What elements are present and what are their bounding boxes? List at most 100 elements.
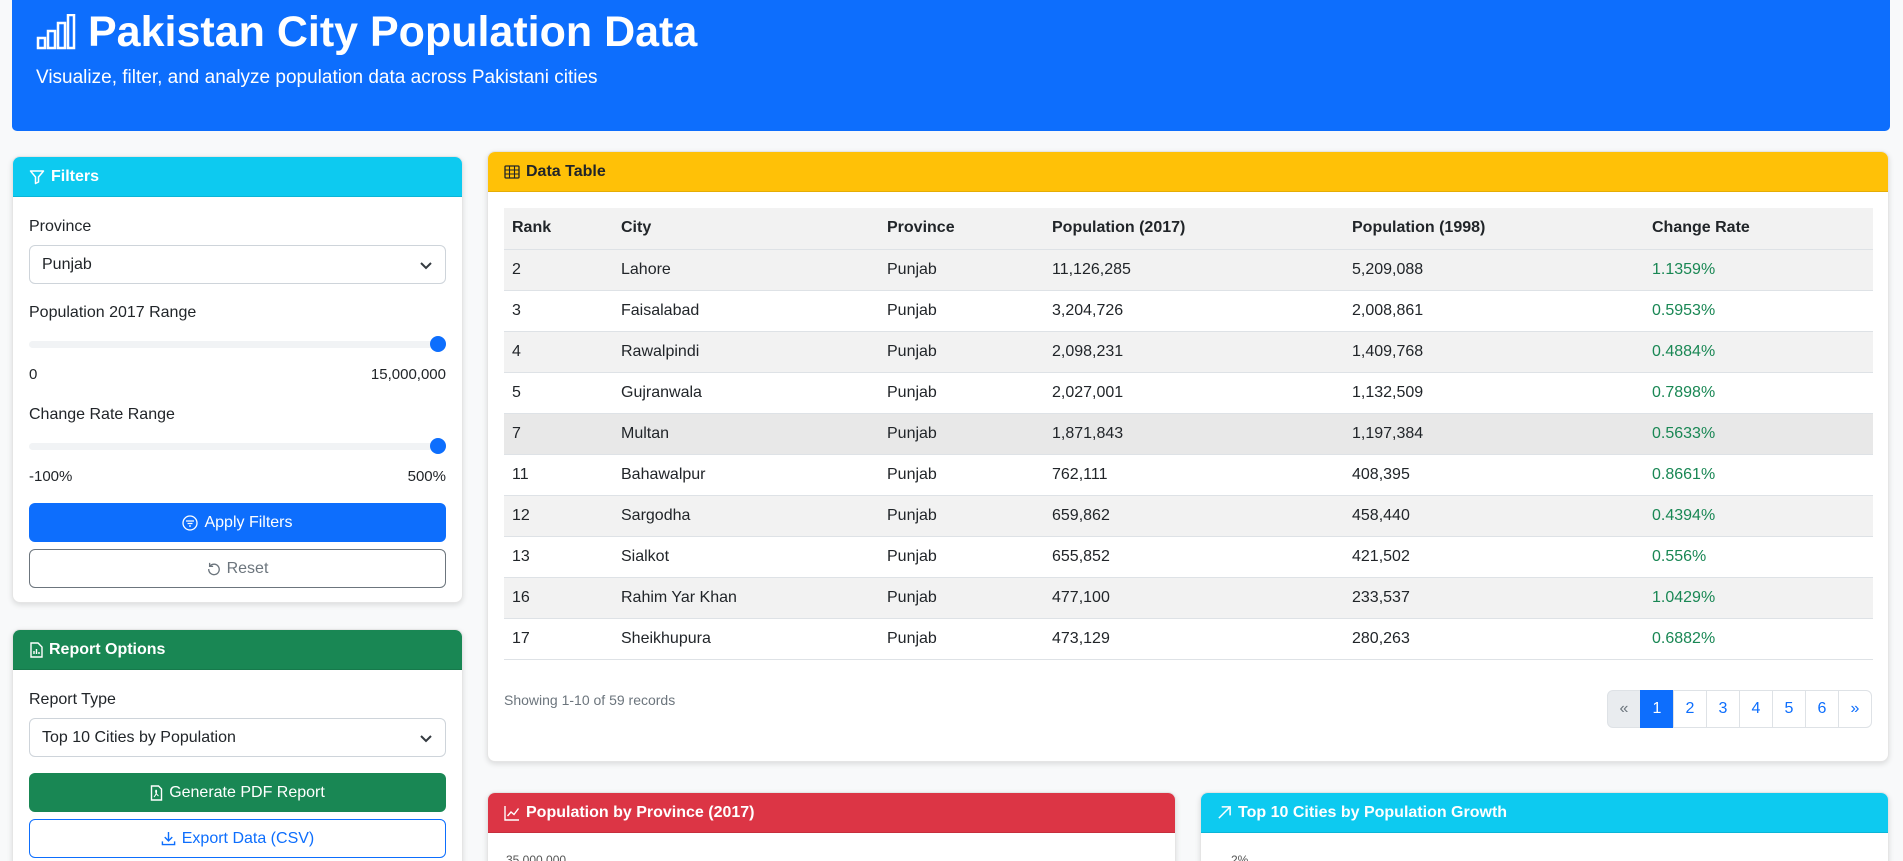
cell-rank: 4 <box>512 342 521 360</box>
cell-rank: 3 <box>512 301 521 319</box>
export-csv-button[interactable]: Export Data (CSV) <box>29 819 446 858</box>
cell-population-1998: 5,209,088 <box>1352 260 1424 278</box>
province-chart-header: Population by Province (2017) <box>488 793 1175 833</box>
cell-population-2017: 659,862 <box>1052 506 1110 524</box>
pagination-prev[interactable]: « <box>1607 690 1641 728</box>
pagination-page-4[interactable]: 4 <box>1739 690 1773 728</box>
province-chart-title: Population by Province (2017) <box>526 803 755 821</box>
cell-population-1998: 233,537 <box>1352 588 1410 606</box>
pagination-next[interactable]: » <box>1838 690 1872 728</box>
cell-population-2017: 1,871,843 <box>1052 424 1124 442</box>
table-row[interactable]: 4 Rawalpindi Punjab 2,098,231 1,409,768 0.488… <box>504 331 1873 372</box>
download-icon <box>161 831 176 846</box>
pagination-page-3[interactable]: 3 <box>1706 690 1740 728</box>
column-header-change-rate[interactable]: Change Rate <box>1644 208 1873 250</box>
cell-province: Punjab <box>887 588 937 606</box>
table-row[interactable]: 12 Sargodha Punjab 659,862 458,440 0.4394% <box>504 495 1873 536</box>
cell-population-2017: 2,098,231 <box>1052 342 1124 360</box>
growth-chart-title: Top 10 Cities by Population Growth <box>1238 803 1508 821</box>
cell-population-1998: 1,197,384 <box>1352 424 1424 442</box>
pagination-page-6[interactable]: 6 <box>1805 690 1839 728</box>
table-row[interactable]: 7 Multan Punjab 1,871,843 1,197,384 0.5633% <box>504 413 1873 454</box>
column-header-population-2017[interactable]: Population (2017) <box>1044 208 1344 250</box>
cell-population-1998: 1,409,768 <box>1352 342 1424 360</box>
cell-population-1998: 458,440 <box>1352 506 1410 524</box>
file-pdf-icon <box>150 784 163 801</box>
column-header-city[interactable]: City <box>613 208 879 250</box>
cell-change-rate: 0.5633% <box>1652 424 1716 442</box>
cell-population-2017: 2,027,001 <box>1052 383 1124 401</box>
table-row[interactable]: 2 Lahore Punjab 11,126,285 5,209,088 1.1359% <box>504 249 1873 290</box>
report-options-title: Report Options <box>49 640 166 658</box>
cell-province: Punjab <box>887 506 937 524</box>
arrow-up-right-icon <box>1218 806 1231 819</box>
cell-rank: 16 <box>512 588 530 606</box>
cell-population-1998: 280,263 <box>1352 629 1410 647</box>
column-header-rank[interactable]: Rank <box>504 208 613 250</box>
filters-title: Filters <box>51 167 100 185</box>
population-range-thumb[interactable] <box>430 336 446 352</box>
province-select[interactable]: Punjab <box>29 245 446 284</box>
table-row[interactable]: 11 Bahawalpur Punjab 762,111 408,395 0.8661% <box>504 454 1873 495</box>
cell-rank: 13 <box>512 547 530 565</box>
cell-city: Sialkot <box>621 547 670 565</box>
report-type-select[interactable]: Top 10 Cities by Population <box>29 718 446 757</box>
cell-rank: 7 <box>512 424 521 442</box>
cell-city: Sargodha <box>621 506 691 524</box>
page-header: Pakistan City Population Data Visualize,… <box>12 0 1890 131</box>
cell-city: Faisalabad <box>621 301 700 319</box>
cell-change-rate: 0.7898% <box>1652 383 1716 401</box>
province-chart-ytick: 35,000,000 <box>506 853 567 861</box>
page-title: Pakistan City Population Data <box>36 6 697 58</box>
data-table-header: Data Table <box>488 152 1888 192</box>
column-header-population-1998[interactable]: Population (1998) <box>1344 208 1644 250</box>
table-row[interactable]: 5 Gujranwala Punjab 2,027,001 1,132,509 0.789… <box>504 372 1873 413</box>
cell-population-1998: 1,132,509 <box>1352 383 1424 401</box>
population-range-slider[interactable] <box>29 336 446 352</box>
table-row[interactable]: 3 Faisalabad Punjab 3,204,726 2,008,861 0.595… <box>504 290 1873 331</box>
cell-province: Punjab <box>887 629 937 647</box>
cell-province: Punjab <box>887 383 937 401</box>
table-header-row: Rank City Province Population (2017) Pop… <box>504 208 1873 250</box>
reset-button[interactable]: Reset <box>29 549 446 588</box>
cell-province: Punjab <box>887 342 937 360</box>
cell-province: Punjab <box>887 301 937 319</box>
pagination-page-2[interactable]: 2 <box>1673 690 1707 728</box>
cell-population-2017: 762,111 <box>1052 465 1108 483</box>
funnel-icon <box>29 169 45 184</box>
cell-city: Multan <box>621 424 670 442</box>
cell-change-rate: 1.0429% <box>1652 588 1716 606</box>
cell-population-1998: 2,008,861 <box>1352 301 1424 319</box>
cell-rank: 12 <box>512 506 530 524</box>
table-row[interactable]: 13 Sialkot Punjab 655,852 421,502 0.556% <box>504 536 1873 577</box>
generate-pdf-label: Generate PDF Report <box>169 783 325 801</box>
table-row[interactable]: 17 Sheikhupura Punjab 473,129 280,263 0.6882% <box>504 618 1873 659</box>
table-body: 2 Lahore Punjab 11,126,285 5,209,088 1.1359% 3… <box>504 249 1873 659</box>
reset-label: Reset <box>226 559 269 577</box>
graph-up-icon <box>504 805 520 821</box>
growth-chart-ytick: 2% <box>1231 853 1249 861</box>
pagination: « 1 2 3 4 5 6 » <box>1607 690 1872 728</box>
change-rate-range-slider[interactable] <box>29 438 446 454</box>
table-icon <box>504 164 520 179</box>
cell-change-rate: 0.4394% <box>1652 506 1716 524</box>
cell-province: Punjab <box>887 424 937 442</box>
cell-province: Punjab <box>887 260 937 278</box>
pagination-page-1[interactable]: 1 <box>1640 690 1674 728</box>
report-type-label: Report Type <box>29 691 116 708</box>
cell-rank: 11 <box>512 465 529 483</box>
table-row[interactable]: 16 Rahim Yar Khan Punjab 477,100 233,537 1.04… <box>504 577 1873 618</box>
export-csv-label: Export Data (CSV) <box>181 829 315 847</box>
cell-population-2017: 473,129 <box>1052 629 1110 647</box>
population-range-label: Population 2017 Range <box>29 304 197 321</box>
file-chart-icon <box>30 641 43 658</box>
change-rate-range-thumb[interactable] <box>430 438 446 454</box>
apply-filters-button[interactable]: Apply Filters <box>29 503 446 542</box>
apply-filters-label: Apply Filters <box>204 513 293 531</box>
generate-pdf-button[interactable]: Generate PDF Report <box>29 773 446 812</box>
column-header-province[interactable]: Province <box>879 208 1044 250</box>
cell-city: Sheikhupura <box>621 629 711 647</box>
data-table-title: Data Table <box>526 162 606 180</box>
cell-population-2017: 477,100 <box>1052 588 1110 606</box>
pagination-page-5[interactable]: 5 <box>1772 690 1806 728</box>
